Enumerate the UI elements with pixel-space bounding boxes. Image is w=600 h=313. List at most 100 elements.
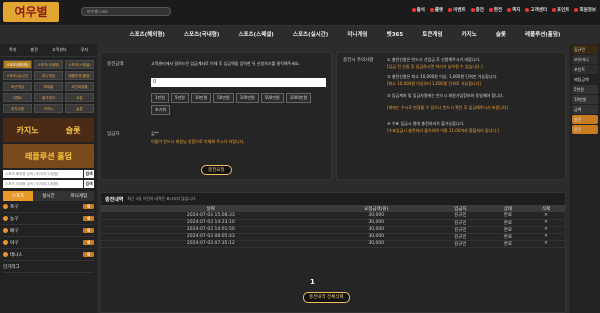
delete-icon[interactable]: ✕: [526, 240, 565, 248]
amount-button[interactable]: 50만원: [213, 93, 234, 103]
domestic-search-input[interactable]: 스포츠 국내형 검색 (국가/리그/팀명): [3, 180, 83, 188]
grid-item[interactable]: 공지사항: [3, 104, 32, 113]
nav-item[interactable]: 슬롯: [496, 30, 506, 38]
grid-item[interactable]: 스포츠(스페셜): [65, 60, 94, 69]
grid-item[interactable]: 미니게임: [34, 71, 63, 80]
reset-button[interactable]: 초기화: [151, 105, 171, 115]
nav-item[interactable]: 카지노: [462, 30, 477, 38]
nav-item[interactable]: 벳365: [387, 30, 404, 38]
delete-icon[interactable]: ✕: [526, 219, 565, 227]
grid-item[interactable]: 토큰게임: [3, 82, 32, 91]
soccer-icon: [3, 204, 8, 209]
sport-item-tennis[interactable]: 테니스 0: [3, 249, 94, 261]
grid-item[interactable]: 스포츠(실시간): [3, 71, 32, 80]
amount-button[interactable]: 500만원: [260, 93, 284, 103]
message-link[interactable]: 쪽지: [507, 7, 520, 13]
amount-button[interactable]: 5만원: [170, 93, 189, 103]
quick-amount-button[interactable]: 10만원: [572, 95, 598, 104]
loser-button[interactable]: 루저: [81, 47, 88, 53]
attendance-link[interactable]: 출석: [411, 7, 425, 13]
quick-amount-button[interactable]: 5천원: [572, 85, 598, 94]
withdraw-link[interactable]: 환전: [488, 7, 502, 13]
history-header: 충전내역 최근 3일 이전의 내역은 표시되지 않습니다.: [101, 193, 565, 205]
left-sidebar: 쪽지 충전 고객센터 루저 스포츠(해외형) 스포츠(국내형) 스포츠(스페셜)…: [0, 44, 97, 313]
delete-icon[interactable]: ✕: [526, 212, 565, 220]
column-header: 요청금액(원): [320, 205, 432, 212]
page-number[interactable]: 1: [310, 278, 315, 286]
header-search[interactable]: 여우별.com: [81, 7, 171, 16]
nav-item[interactable]: 스포츠(해외형): [130, 30, 165, 38]
delete-icon[interactable]: ✕: [526, 226, 565, 234]
popular-league-link[interactable]: 인기리그: [3, 261, 94, 273]
delete-icon[interactable]: ✕: [526, 233, 565, 241]
sport-item-soccer[interactable]: 축구 0: [3, 201, 94, 213]
bet-amount-label: 배팅금액: [574, 77, 589, 82]
deposit-button[interactable]: 충전: [30, 47, 37, 53]
holdem-banner[interactable]: 레플루션 홀덤: [3, 144, 94, 168]
profile-link[interactable]: 회원정보: [574, 7, 596, 13]
balance-label: 보유머니: [572, 55, 598, 64]
point-link[interactable]: 포인트: [552, 7, 569, 13]
sport-item-baseball[interactable]: 야구 0: [3, 237, 94, 249]
form-description: 고객센터에서 알려드린 입금계좌로 이체 후 입금액을 입력한 뒤 신청하기를 …: [151, 61, 300, 66]
amount-button[interactable]: 1000만원: [285, 93, 312, 103]
grid-item[interactable]: 슬롯: [65, 104, 94, 113]
delete-all-button[interactable]: 충전내역 전체삭제: [303, 292, 350, 303]
column-header: 상태: [488, 205, 527, 212]
tab-minigame[interactable]: 미니게임: [63, 191, 94, 201]
count-badge: 0: [83, 228, 94, 233]
event-link[interactable]: 이벤트: [448, 7, 466, 13]
grid-item[interactable]: 출석체크: [34, 93, 63, 102]
deposit-form: 충전금액 고객센터에서 알려드린 입금계좌로 이체 후 입금액을 입력한 뒤 신…: [100, 52, 332, 180]
deposit-icon: [470, 8, 475, 12]
depositor-label: 입금자: [107, 132, 120, 137]
nav-item[interactable]: 미니게임: [347, 30, 367, 38]
overseas-search-button[interactable]: 검색: [84, 170, 94, 178]
grid-item[interactable]: 스포츠(해외형): [3, 60, 32, 69]
grid-item[interactable]: 코인파워볼: [65, 82, 94, 91]
main-nav: 스포츠(해외형) 스포츠(국내형) 스포츠(스페셜) 스포츠(실시간) 미니게임…: [120, 28, 570, 40]
message-button[interactable]: 쪽지: [9, 47, 16, 53]
amount-button[interactable]: 10만원: [190, 93, 212, 103]
tab-sports[interactable]: 스포츠: [3, 191, 34, 201]
sport-tabs: 스포츠 실시간 미니게임: [3, 191, 94, 201]
domestic-search: 스포츠 국내형 검색 (국가/리그/팀명) 검색: [3, 180, 94, 188]
domestic-search-button[interactable]: 검색: [84, 180, 94, 188]
right-deposit-button[interactable]: 충전: [572, 115, 598, 124]
grid-item[interactable]: 이벤트: [3, 93, 32, 102]
tab-live[interactable]: 실시간: [33, 191, 64, 201]
sport-item-basketball[interactable]: 농구 0: [3, 213, 94, 225]
amount-button[interactable]: 100만원: [235, 93, 259, 103]
amount-input[interactable]: 0: [151, 78, 326, 87]
grid-item[interactable]: 레플루션(홀덤): [65, 71, 94, 80]
table-row: 2024-07-03 14:23:10 30,000 김규민 완료 ✕: [101, 219, 565, 227]
overseas-search-input[interactable]: 스포츠 해외형 검색 (국가/리그/팀명): [3, 170, 83, 178]
amount-button[interactable]: 1만원: [151, 93, 169, 103]
support-button[interactable]: 고객센터: [52, 47, 67, 53]
amount-field[interactable]: 금액: [572, 105, 598, 114]
nav-item[interactable]: 레플루션(홀덤): [525, 30, 560, 38]
nav-item[interactable]: 토큰게임: [422, 30, 442, 38]
nav-item[interactable]: 스포츠(스페셜): [238, 30, 273, 38]
site-logo[interactable]: 여우별: [3, 2, 59, 22]
roulette-link[interactable]: 룰렛: [429, 7, 443, 13]
sport-item-volleyball[interactable]: 배구 0: [3, 225, 94, 237]
grid-item[interactable]: 카지노: [34, 104, 63, 113]
casino-slot-banner[interactable]: 카지노 슬롯: [3, 118, 94, 142]
deposit-request-button[interactable]: 충전요청: [201, 165, 232, 175]
casino-banner-text: 카지노: [16, 125, 39, 135]
notice-line: [수표입금시 충전처리 불가하며 이용 11:00까지 환불처리 됩니다.]: [387, 128, 499, 133]
nav-item[interactable]: 스포츠(국내형): [184, 30, 219, 38]
grid-item[interactable]: 쿠폰: [65, 93, 94, 102]
deposit-link[interactable]: 충전: [470, 7, 484, 13]
amount-label: 충전금액: [107, 62, 124, 67]
grid-item[interactable]: 파워볼: [34, 82, 63, 91]
right-withdraw-button[interactable]: 환전: [572, 125, 598, 134]
nav-item[interactable]: 스포츠(실시간): [293, 30, 328, 38]
slot-banner-text: 슬롯: [65, 125, 81, 135]
notice-line: ② 충전신청은 최소 10,000원 이상, 1,000원 단위만 가능합니다.: [387, 74, 498, 79]
user-name: 김규민: [572, 45, 598, 54]
support-link[interactable]: 고객센터: [525, 7, 547, 13]
grid-item[interactable]: 스포츠(국내형): [34, 60, 63, 69]
notice-line: ④ 수표 입금시 절대 충전처리가 불가능합니다.: [387, 121, 465, 126]
